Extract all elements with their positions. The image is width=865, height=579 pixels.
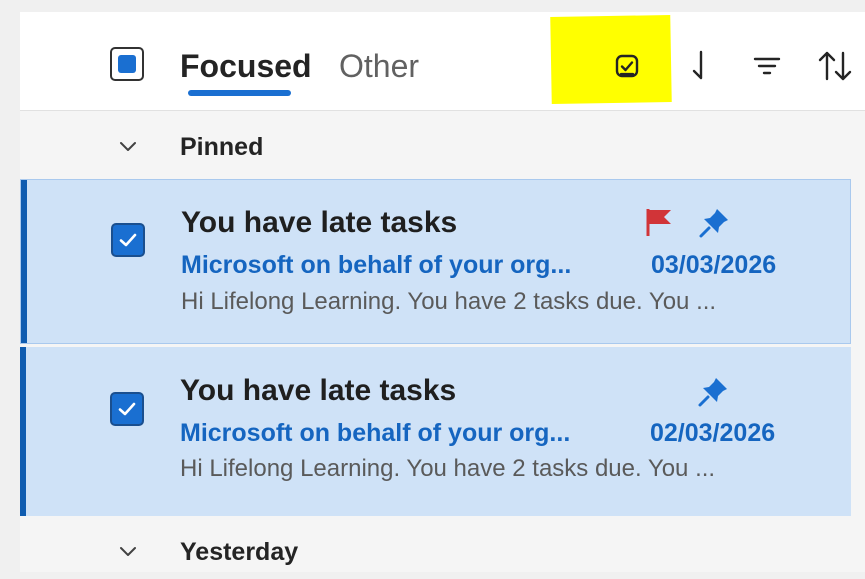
sort-button[interactable] [815,48,855,84]
mail-sender: Microsoft on behalf of your org... [181,251,572,279]
mail-list-panel: Focused Other Pinned You have late tasks… [20,12,865,572]
group-label-yesterday: Yesterday [180,538,299,566]
checkmark-icon [118,402,136,416]
pin-icon[interactable] [697,206,731,240]
tab-focused-underline [188,90,291,96]
mail-select-checkbox[interactable] [111,223,145,257]
mail-item[interactable]: You have late tasks Microsoft on behalf … [20,179,851,344]
mail-date: 02/03/2026 [650,419,776,447]
task-button[interactable] [607,48,647,84]
group-label-pinned: Pinned [180,133,264,161]
group-header-yesterday[interactable]: Yesterday [20,523,865,579]
selected-indicator-bar [20,347,26,516]
filter-button[interactable] [747,48,787,84]
filter-icon [753,57,781,75]
jump-down-button[interactable] [678,48,718,84]
mail-subject: You have late tasks [181,206,458,239]
tab-focused[interactable]: Focused [180,46,312,86]
chevron-down-icon [120,547,136,556]
group-header-pinned[interactable]: Pinned [20,118,865,174]
tab-other[interactable]: Other [339,46,419,86]
selected-indicator-bar [21,180,27,343]
flag-icon[interactable] [645,207,673,237]
mail-preview: Hi Lifelong Learning. You have 2 tasks d… [181,288,717,315]
chevron-down-icon [120,142,136,151]
select-all-indicator [118,55,136,73]
task-icon [615,54,639,78]
sort-icon [818,51,852,81]
mail-date: 03/03/2026 [651,251,777,279]
checkmark-icon [119,233,137,247]
select-all-checkbox[interactable] [110,47,144,81]
mail-sender: Microsoft on behalf of your org... [180,419,571,447]
pin-icon[interactable] [696,375,730,409]
mail-list-toolbar: Focused Other [20,12,865,111]
down-arrow-icon [692,50,703,80]
mail-subject: You have late tasks [180,374,457,407]
mail-item[interactable]: You have late tasks Microsoft on behalf … [20,347,851,516]
mail-preview: Hi Lifelong Learning. You have 2 tasks d… [180,455,716,482]
mail-select-checkbox[interactable] [110,392,144,426]
